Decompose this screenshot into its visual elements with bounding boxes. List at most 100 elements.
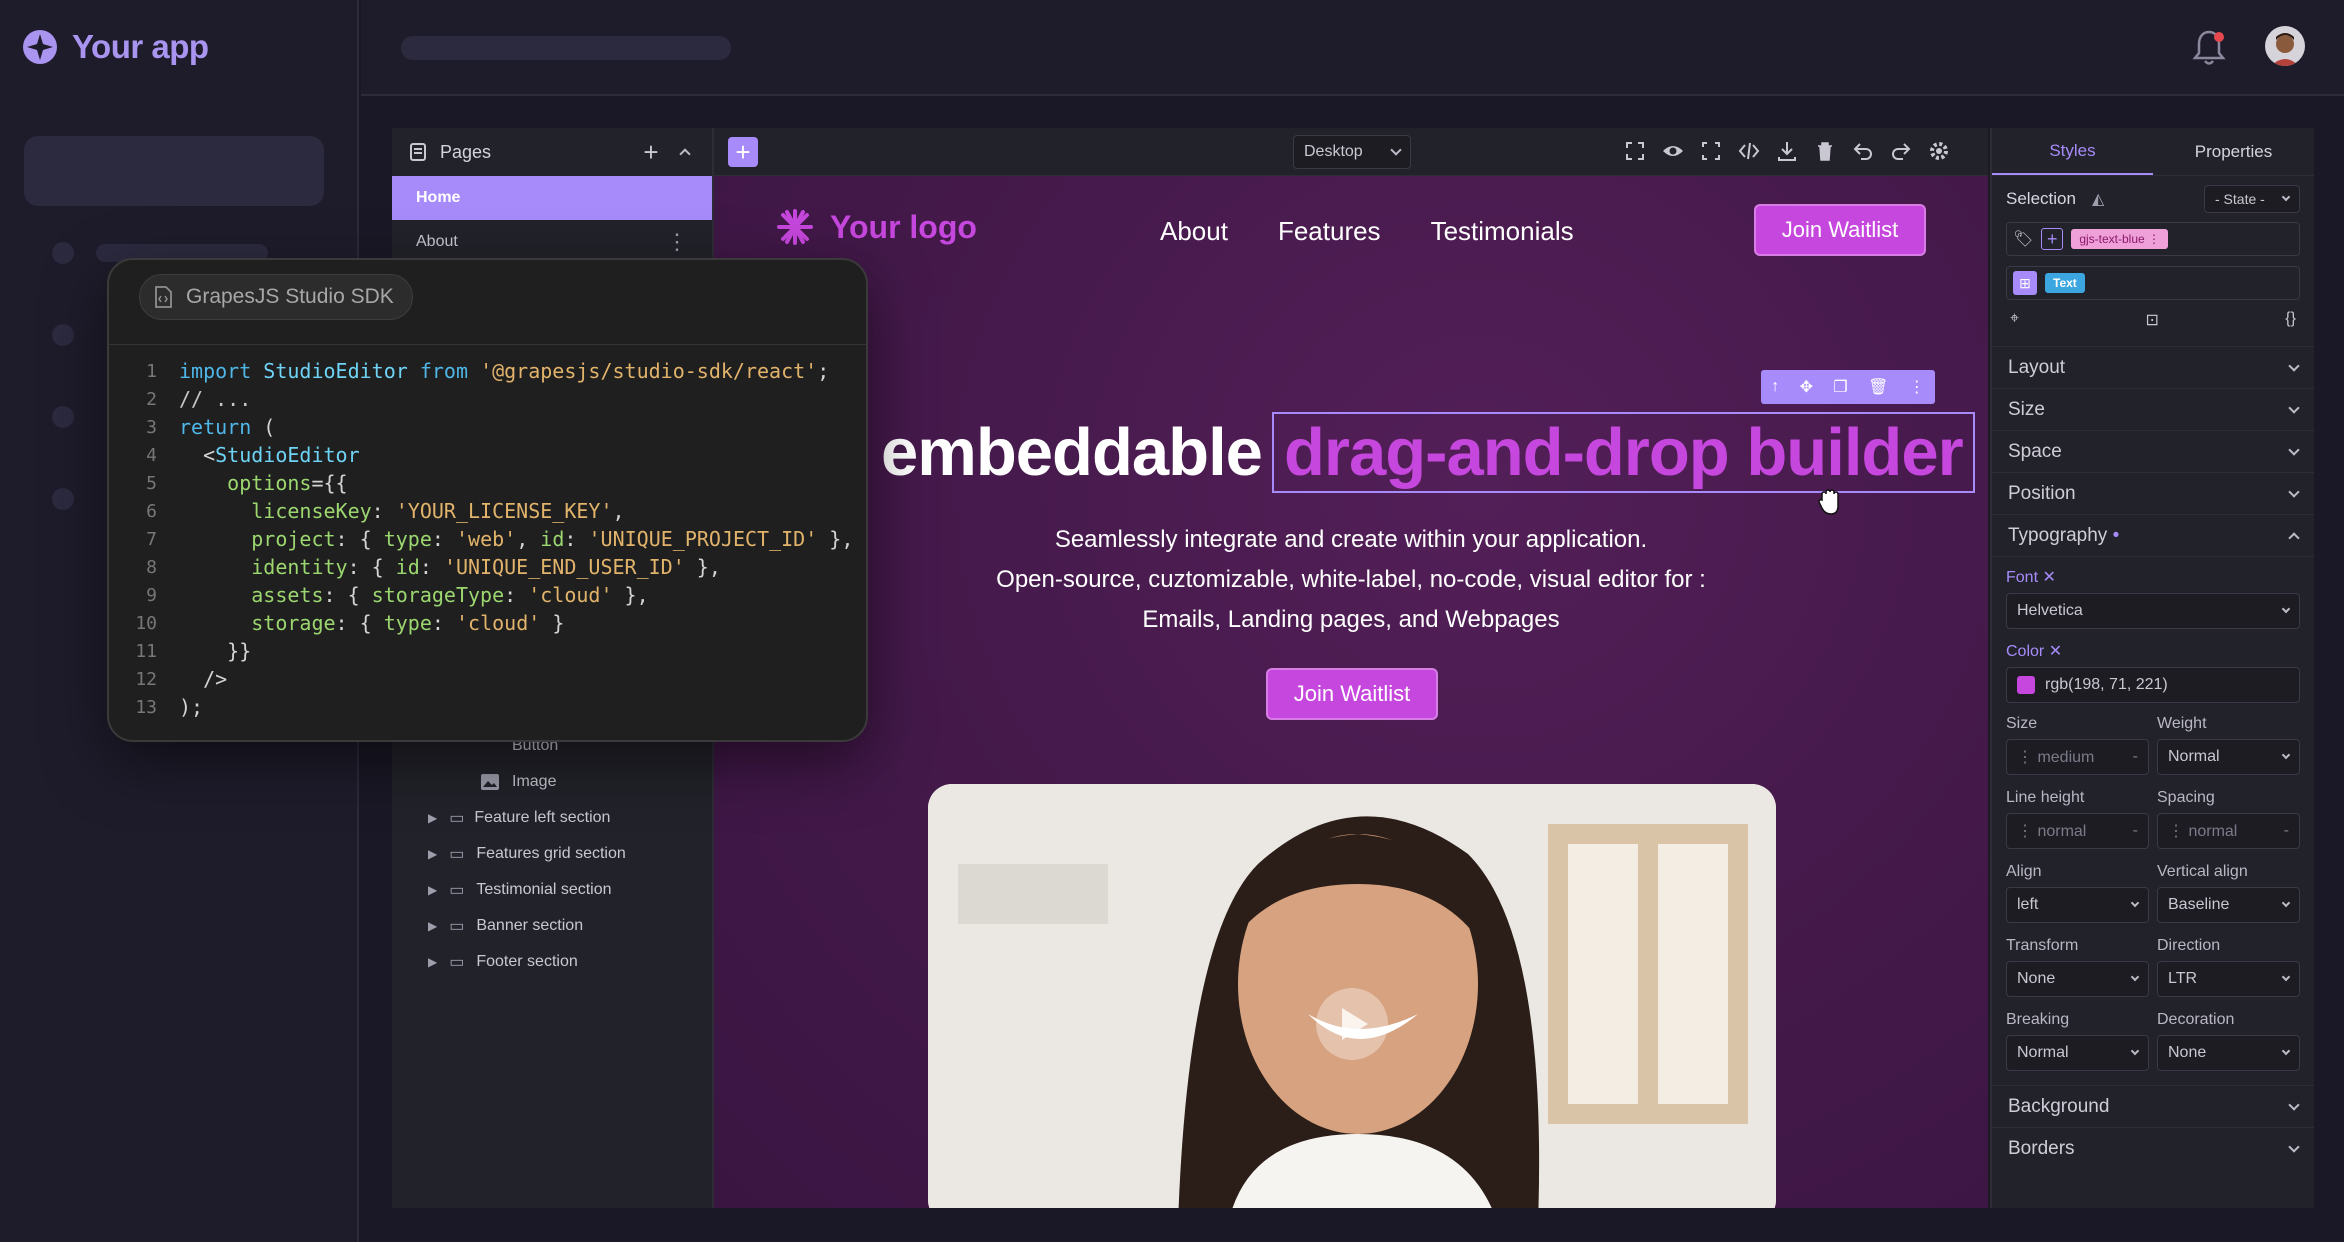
- nav-link-testimonials[interactable]: Testimonials: [1431, 216, 1574, 247]
- layer-item[interactable]: ▶ ▭ Testimonial section: [392, 872, 712, 908]
- state-select[interactable]: - State -: [2204, 185, 2300, 213]
- site-logo[interactable]: Your logo: [776, 208, 977, 246]
- delete-icon[interactable]: 🗑: [1868, 377, 1888, 397]
- right-panel-tabs: Styles Properties: [1992, 128, 2314, 176]
- hero-subtitle-line: Seamlessly integrate and create within y…: [1054, 526, 1648, 553]
- line-number: 5: [146, 472, 157, 494]
- weight-select[interactable]: Normal: [2157, 739, 2300, 775]
- expand-caret-icon[interactable]: ▶: [428, 919, 437, 933]
- notification-bell-icon[interactable]: [2191, 28, 2227, 68]
- clear-x-icon[interactable]: ✕: [2049, 643, 2062, 660]
- tab-properties[interactable]: Properties: [2153, 128, 2314, 175]
- expand-caret-icon[interactable]: ▶: [428, 955, 437, 969]
- expand-caret-icon[interactable]: ▶: [428, 811, 437, 825]
- component-tag[interactable]: Text: [2045, 273, 2085, 293]
- line-height-input[interactable]: ⋮ normal -: [2006, 813, 2149, 849]
- unit-dash[interactable]: -: [2133, 748, 2138, 766]
- section-size[interactable]: Size: [1992, 388, 2314, 430]
- collapse-chevron-icon[interactable]: [674, 141, 696, 163]
- section-layout[interactable]: Layout: [1992, 346, 2314, 388]
- spacing-input[interactable]: ⋮ normal -: [2157, 813, 2300, 849]
- layer-item[interactable]: ▶ ▭ Footer section: [392, 944, 712, 980]
- hero-heading-highlight[interactable]: drag-and-drop builder: [1271, 412, 1975, 493]
- clone-icon[interactable]: ❐: [1833, 377, 1847, 397]
- component-selector[interactable]: ⊞ Text: [2006, 266, 2300, 300]
- tab-styles[interactable]: Styles: [1992, 128, 2153, 175]
- code-file-tab[interactable]: GrapesJS Studio SDK: [139, 274, 413, 320]
- class-selector[interactable]: 🏷 + gjs-text-blue ⋮: [2006, 222, 2300, 256]
- avatar-icon: [2271, 33, 2299, 66]
- section-position[interactable]: Position: [1992, 472, 2314, 514]
- topbar-skeleton-search[interactable]: [401, 36, 731, 60]
- size-field: Size ⋮ medium -: [2006, 715, 2149, 775]
- section-title: Layout: [2008, 356, 2066, 378]
- brand[interactable]: Your app: [22, 28, 209, 66]
- undo-icon[interactable]: [1852, 140, 1874, 162]
- canvas-frame[interactable]: Your logo About Features Testimonials Jo…: [714, 176, 1988, 1208]
- sync-icon[interactable]: ◭: [2092, 189, 2104, 209]
- chevron-down-icon: [2281, 750, 2291, 760]
- class-tag[interactable]: gjs-text-blue ⋮: [2071, 229, 2169, 249]
- size-input[interactable]: ⋮ medium -: [2006, 739, 2149, 775]
- chevron-down-icon: [1390, 144, 1402, 156]
- join-waitlist-nav-button[interactable]: Join Waitlist: [1754, 204, 1926, 256]
- unit-dash[interactable]: -: [2133, 822, 2138, 840]
- page-item-home[interactable]: Home: [392, 176, 712, 220]
- color-input[interactable]: rgb(198, 71, 221): [2006, 667, 2300, 703]
- transform-select[interactable]: None: [2006, 961, 2149, 997]
- sidebar-skeleton-active[interactable]: [24, 136, 324, 206]
- line-number: 13: [135, 696, 157, 718]
- move-icon[interactable]: ✥: [1800, 377, 1813, 397]
- tab-label: Properties: [2194, 141, 2273, 161]
- layer-item[interactable]: Image: [392, 764, 712, 800]
- unit-dash[interactable]: -: [2284, 822, 2289, 840]
- color-label: Color: [2006, 643, 2045, 660]
- component-outline-icon[interactable]: [1700, 140, 1722, 162]
- layer-item[interactable]: ▶ ▭ Features grid section: [392, 836, 712, 872]
- crosshair-icon[interactable]: ⌖: [2010, 310, 2019, 336]
- layer-item[interactable]: ▶ ▭ Feature left section: [392, 800, 712, 836]
- code-icon[interactable]: [1738, 140, 1760, 162]
- section-typography[interactable]: Typography •: [1992, 514, 2314, 556]
- font-select-value: Helvetica: [2017, 602, 2083, 619]
- nav-link-about[interactable]: About: [1160, 216, 1228, 247]
- code-snippet-card: GrapesJS Studio SDK 1 import StudioEditor…: [107, 258, 868, 742]
- vertical-align-select[interactable]: Baseline: [2157, 887, 2300, 923]
- add-class-icon[interactable]: +: [2041, 228, 2064, 250]
- add-block-button[interactable]: +: [728, 137, 758, 167]
- align-select[interactable]: left: [2006, 887, 2149, 923]
- trash-icon[interactable]: [1814, 140, 1836, 162]
- preview-eye-icon[interactable]: [1662, 140, 1684, 162]
- user-avatar[interactable]: [2265, 26, 2305, 66]
- nav-link-features[interactable]: Features: [1278, 216, 1381, 247]
- more-vertical-icon[interactable]: ⋮: [1909, 377, 1925, 397]
- component-box-icon[interactable]: ⊡: [2145, 310, 2158, 336]
- device-select[interactable]: Desktop: [1293, 135, 1411, 169]
- section-background[interactable]: Background: [1992, 1085, 2314, 1127]
- fullscreen-icon[interactable]: [1624, 140, 1646, 162]
- plus-icon: +: [735, 136, 751, 167]
- layer-label: Testimonial section: [476, 881, 612, 898]
- braces-icon[interactable]: {}: [2285, 310, 2296, 336]
- direction-select[interactable]: LTR: [2157, 961, 2300, 997]
- clear-x-icon[interactable]: ✕: [2042, 569, 2055, 586]
- color-swatch[interactable]: [2017, 676, 2035, 694]
- more-vertical-icon[interactable]: ⋮: [666, 229, 688, 255]
- expand-caret-icon[interactable]: ▶: [428, 883, 437, 897]
- hero-video-thumbnail[interactable]: [928, 784, 1776, 1208]
- code-tab-label: GrapesJS Studio SDK: [186, 285, 394, 308]
- settings-gear-icon[interactable]: [1928, 140, 1950, 162]
- font-select[interactable]: Helvetica: [2006, 593, 2300, 629]
- redo-icon[interactable]: [1890, 140, 1912, 162]
- section-title: Borders: [2008, 1137, 2075, 1159]
- join-waitlist-hero-button[interactable]: Join Waitlist: [1266, 668, 1438, 720]
- breaking-select[interactable]: Normal: [2006, 1035, 2149, 1071]
- layer-item[interactable]: ▶ ▭ Banner section: [392, 908, 712, 944]
- decoration-select[interactable]: None: [2157, 1035, 2300, 1071]
- select-parent-arrow-icon[interactable]: ↑: [1771, 378, 1779, 396]
- expand-caret-icon[interactable]: ▶: [428, 847, 437, 861]
- add-page-icon[interactable]: +: [640, 137, 662, 167]
- download-icon[interactable]: [1776, 140, 1798, 162]
- section-space[interactable]: Space: [1992, 430, 2314, 472]
- section-borders[interactable]: Borders: [1992, 1127, 2314, 1169]
